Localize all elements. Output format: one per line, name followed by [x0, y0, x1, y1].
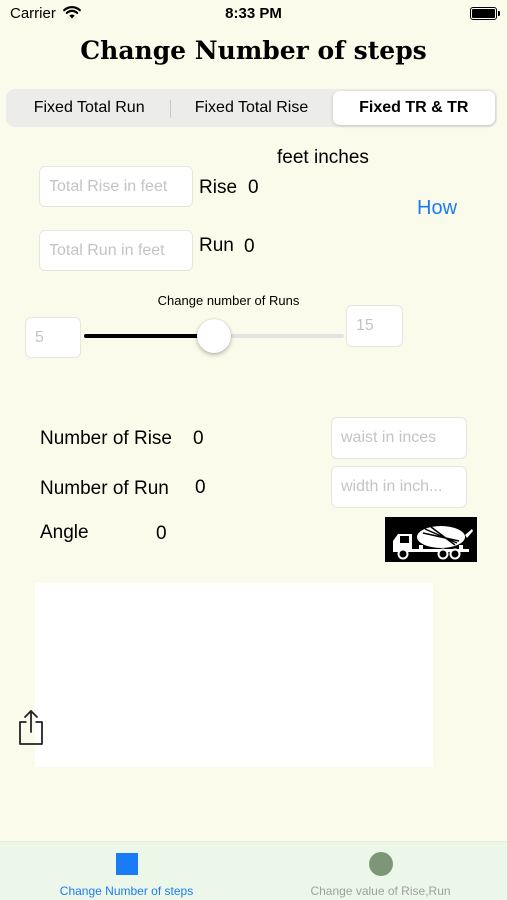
angle-value: 0 [156, 523, 167, 544]
width-placeholder: width in inch... [341, 478, 443, 495]
tab-label: Change value of Rise,Run [310, 884, 451, 898]
tab-change-value-of-rise-run[interactable]: Change value of Rise,Run [254, 842, 507, 900]
run-value: 0 [244, 236, 255, 257]
waist-input[interactable]: waist in inces [331, 417, 467, 459]
total-run-input[interactable]: Total Run in feet [39, 230, 193, 271]
tab-change-number-of-steps[interactable]: Change Number of steps [0, 842, 253, 900]
segment-label: Fixed Total Run [33, 99, 145, 116]
run-label: Run [199, 235, 234, 256]
min-runs-placeholder: 5 [35, 328, 44, 346]
number-of-rise-value: 0 [193, 428, 204, 449]
segment-fixed-tr-tr[interactable]: Fixed TR & TR [332, 91, 495, 125]
clock: 8:33 PM [225, 5, 282, 22]
total-rise-input[interactable]: Total Rise in feet [39, 166, 193, 207]
share-icon[interactable] [17, 708, 45, 748]
tab-label: Change Number of steps [59, 884, 194, 898]
rise-label: Rise [199, 177, 238, 198]
segment-fixed-total-run[interactable]: Fixed Total Run [8, 91, 170, 125]
rise-value: 0 [248, 177, 259, 198]
slider-fill [84, 334, 214, 338]
waist-placeholder: waist in inces [341, 429, 437, 446]
how-link[interactable]: How [417, 197, 457, 220]
status-bar: Carrier 8:33 PM [0, 0, 507, 30]
width-input[interactable]: width in inch... [331, 466, 467, 508]
number-of-run-label: Number of Run [40, 478, 169, 499]
angle-label: Angle [40, 522, 89, 543]
page-title: Change Number of steps [80, 36, 427, 65]
max-runs-placeholder: 15 [356, 317, 374, 334]
total-run-placeholder: Total Run in feet [49, 241, 165, 259]
number-of-run-value: 0 [195, 477, 206, 498]
number-of-rise-label: Number of Rise [40, 428, 172, 449]
segment-fixed-total-rise[interactable]: Fixed Total Rise [170, 91, 332, 125]
battery-icon [470, 7, 500, 20]
min-runs-input[interactable]: 5 [25, 317, 81, 358]
segment-label: Fixed Total Rise [194, 99, 309, 116]
units-label: feet inches [277, 147, 369, 168]
square-icon [116, 853, 138, 875]
slider-thumb[interactable] [197, 319, 231, 353]
max-runs-input[interactable]: 15 [346, 305, 403, 347]
tab-bar: Change Number of steps Change value of R… [0, 841, 507, 900]
results-panel [35, 583, 433, 767]
mode-segmented-control: Fixed Total Run Fixed Total Rise Fixed T… [6, 89, 497, 127]
total-rise-placeholder: Total Rise in feet [49, 177, 168, 195]
segment-label: Fixed TR & TR [359, 99, 469, 116]
circle-icon [369, 852, 393, 876]
concrete-mixer-truck-icon[interactable] [385, 517, 477, 562]
